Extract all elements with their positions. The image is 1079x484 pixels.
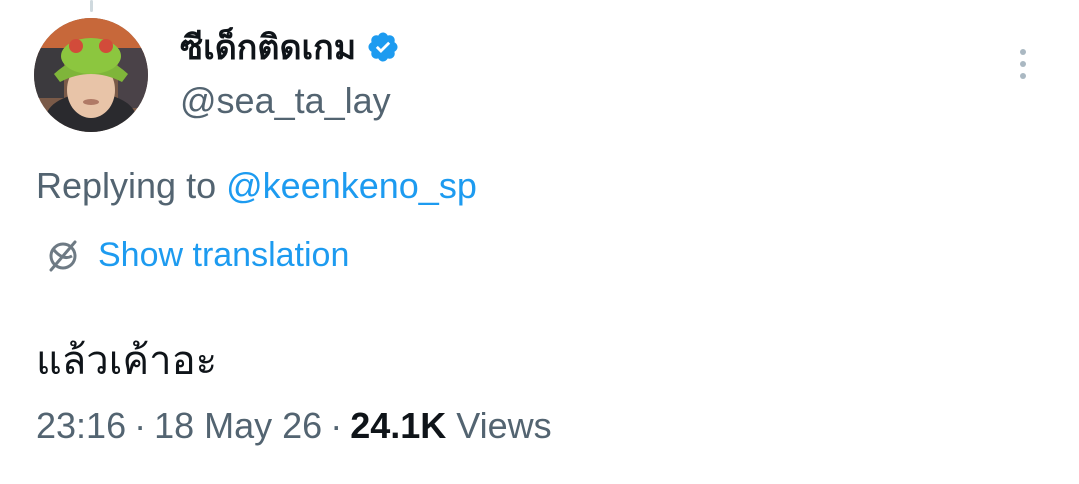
tweet-date[interactable]: 18 May 26 (154, 405, 322, 447)
author-name-row[interactable]: ซีเด็กติดเกม (180, 22, 400, 72)
more-options-dot (1020, 73, 1026, 79)
meta-separator: · (330, 405, 343, 446)
replying-to-line: Replying to @keenkeno_sp (36, 165, 477, 207)
tweet-meta: 23:16 · 18 May 26 · 24.1K Views (36, 405, 552, 447)
globe-icon (44, 237, 82, 275)
verified-badge-icon (366, 30, 400, 64)
views-count[interactable]: 24.1K (350, 405, 446, 447)
replying-to-prefix: Replying to (36, 165, 217, 206)
tweet-text: แล้วเค้าอะ (36, 338, 218, 384)
show-translation-label: Show translation (98, 236, 350, 274)
thread-connector-line (90, 0, 93, 12)
replying-to-mention[interactable]: @keenkeno_sp (226, 165, 477, 206)
more-options-dot (1020, 61, 1026, 67)
avatar[interactable] (34, 18, 148, 132)
meta-separator: · (134, 405, 147, 446)
show-translation-button[interactable]: Show translation (44, 236, 349, 275)
more-options-icon[interactable] (1008, 42, 1038, 86)
tweet-time[interactable]: 23:16 (36, 405, 126, 447)
author-display-name[interactable]: ซีเด็กติดเกม (180, 20, 356, 74)
more-options-dot (1020, 49, 1026, 55)
author-handle[interactable]: @sea_ta_lay (180, 80, 391, 122)
views-label[interactable]: Views (456, 405, 551, 447)
